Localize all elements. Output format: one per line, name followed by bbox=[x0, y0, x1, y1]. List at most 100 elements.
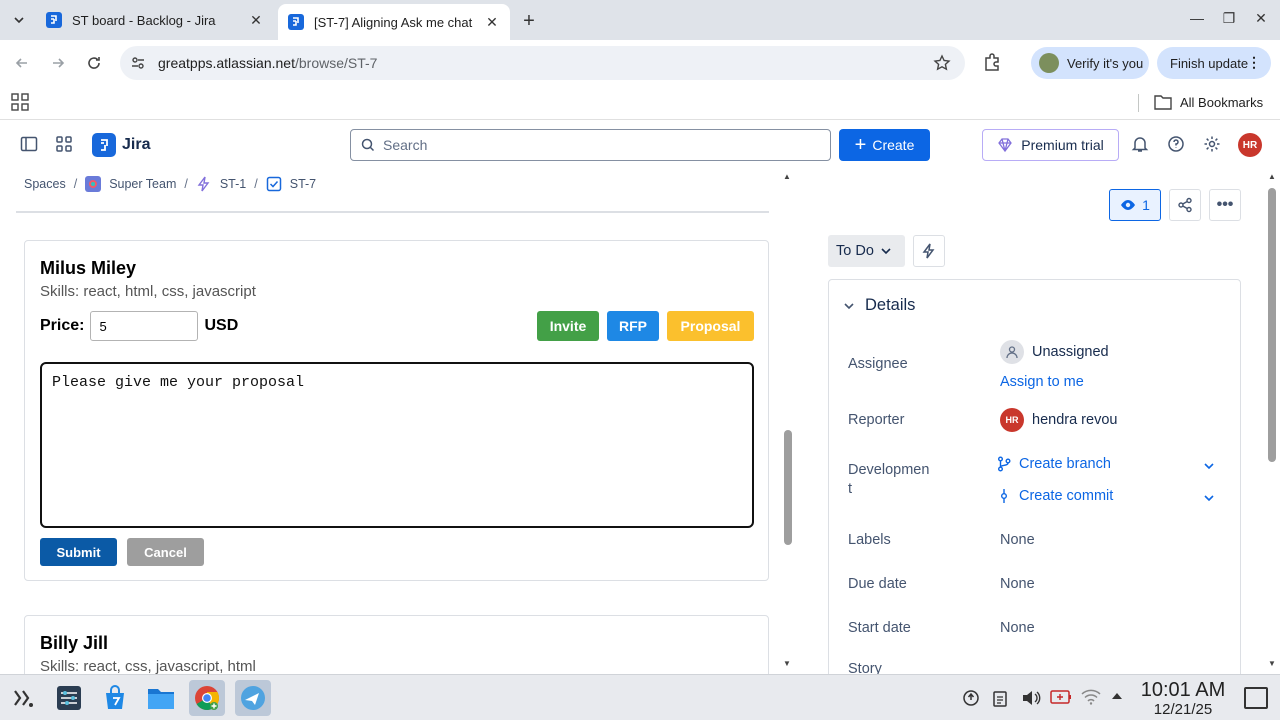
browser-tab-st7[interactable]: [ST-7] Aligning Ask me chat ✕ bbox=[278, 4, 510, 40]
freelancer-card: Milus Miley Skills: react, html, css, ja… bbox=[24, 240, 769, 581]
system-clock[interactable]: 10:01 AM 12/21/25 bbox=[1133, 679, 1233, 719]
update-notifier-icon[interactable] bbox=[962, 689, 980, 707]
labels-value[interactable]: None bbox=[1000, 532, 1035, 548]
cancel-button[interactable]: Cancel bbox=[127, 538, 204, 566]
status-dropdown[interactable]: To Do bbox=[828, 235, 905, 267]
url-text: greatpps.atlassian.net/browse/ST-7 bbox=[158, 55, 378, 71]
scroll-up-arrow-icon[interactable]: ▲ bbox=[1268, 172, 1276, 181]
clipboard-icon[interactable] bbox=[992, 689, 1008, 707]
minimize-icon[interactable]: — bbox=[1187, 10, 1207, 26]
help-icon[interactable] bbox=[1167, 135, 1185, 153]
settings-gear-icon[interactable] bbox=[1203, 135, 1221, 153]
breadcrumb-st1[interactable]: ST-1 bbox=[220, 177, 246, 191]
store-app-icon[interactable] bbox=[97, 680, 133, 716]
close-window-icon[interactable]: ✕ bbox=[1251, 10, 1271, 27]
create-commit-link[interactable]: Create commit bbox=[997, 488, 1113, 504]
chevron-down-icon[interactable] bbox=[1203, 492, 1215, 504]
sidebar-toggle-icon[interactable] bbox=[20, 135, 38, 153]
watch-button[interactable]: 1 bbox=[1109, 189, 1161, 221]
space-avatar-icon bbox=[85, 176, 102, 192]
more-vertical-icon[interactable]: ⋮ bbox=[1247, 54, 1261, 71]
finish-update-button[interactable]: Finish update ⋮ bbox=[1157, 47, 1271, 79]
user-placeholder-icon bbox=[1000, 340, 1024, 364]
new-tab-button[interactable]: + bbox=[516, 8, 542, 34]
file-manager-icon[interactable] bbox=[143, 680, 179, 716]
scrollbar-thumb[interactable] bbox=[784, 430, 792, 545]
message-textarea[interactable]: Please give me your proposal bbox=[40, 362, 754, 528]
clock-date: 12/21/25 bbox=[1153, 701, 1213, 718]
price-input[interactable] bbox=[90, 311, 199, 341]
more-actions-icon[interactable]: ••• bbox=[1209, 189, 1241, 221]
scroll-up-arrow-icon[interactable]: ▲ bbox=[783, 172, 791, 181]
tab-title: ST board - Backlog - Jira bbox=[72, 12, 216, 28]
settings-app-icon[interactable] bbox=[51, 680, 87, 716]
forward-arrow-icon[interactable] bbox=[45, 50, 71, 76]
close-tab-icon[interactable]: ✕ bbox=[484, 14, 500, 30]
notifications-bell-icon[interactable] bbox=[1131, 135, 1149, 153]
start-date-value[interactable]: None bbox=[1000, 620, 1035, 636]
automation-button[interactable] bbox=[913, 235, 945, 267]
app-switcher-icon[interactable] bbox=[55, 135, 73, 153]
task-checkbox-icon bbox=[266, 176, 281, 192]
reporter-avatar: HR bbox=[1000, 408, 1024, 432]
maximize-icon[interactable]: ❐ bbox=[1219, 10, 1239, 27]
chevron-down-icon[interactable] bbox=[1203, 460, 1215, 472]
premium-trial-button[interactable]: Premium trial bbox=[982, 129, 1119, 161]
apps-grid-icon[interactable] bbox=[11, 93, 29, 111]
all-bookmarks-button[interactable]: All Bookmarks bbox=[1154, 94, 1263, 110]
due-date-value[interactable]: None bbox=[1000, 576, 1035, 592]
volume-icon[interactable] bbox=[1021, 689, 1041, 707]
freelancer-skills: Skills: react, html, css, javascript bbox=[40, 283, 256, 300]
chrome-app-icon[interactable] bbox=[189, 680, 225, 716]
create-branch-link[interactable]: Create branch bbox=[997, 456, 1111, 472]
start-date-label: Start date bbox=[848, 620, 911, 636]
site-info-icon[interactable] bbox=[130, 55, 146, 71]
user-avatar[interactable]: HR bbox=[1238, 133, 1262, 157]
details-toggle[interactable]: Details bbox=[843, 296, 915, 315]
share-icon bbox=[1178, 197, 1192, 213]
scrollbar-thumb[interactable] bbox=[1268, 188, 1276, 462]
close-tab-icon[interactable]: ✕ bbox=[248, 12, 264, 28]
bookmark-star-icon[interactable] bbox=[933, 54, 951, 72]
share-button[interactable] bbox=[1169, 189, 1201, 221]
jira-logo[interactable]: Jira bbox=[92, 133, 150, 157]
verify-profile-button[interactable]: Verify it's you bbox=[1031, 47, 1149, 79]
rfp-button[interactable]: RFP bbox=[607, 311, 659, 341]
scroll-down-arrow-icon[interactable]: ▼ bbox=[783, 659, 791, 668]
search-input[interactable]: Search bbox=[350, 129, 831, 161]
submit-button[interactable]: Submit bbox=[40, 538, 117, 566]
invite-button[interactable]: Invite bbox=[537, 311, 599, 341]
show-desktop-button[interactable] bbox=[1244, 687, 1268, 709]
battery-icon[interactable] bbox=[1050, 689, 1072, 705]
browser-tab-backlog[interactable]: ST board - Backlog - Jira ✕ bbox=[36, 4, 274, 36]
remote-app-icon[interactable] bbox=[235, 680, 271, 716]
extensions-icon[interactable] bbox=[982, 52, 1002, 72]
assign-to-me-link[interactable]: Assign to me bbox=[1000, 374, 1084, 390]
chevron-down-icon bbox=[881, 248, 891, 255]
proposal-button[interactable]: Proposal bbox=[667, 311, 754, 341]
breadcrumb-super-team[interactable]: Super Team bbox=[109, 177, 176, 191]
back-arrow-icon[interactable] bbox=[9, 50, 35, 76]
address-bar[interactable]: greatpps.atlassian.net/browse/ST-7 bbox=[120, 46, 965, 80]
eye-icon bbox=[1121, 200, 1136, 210]
freelancer-skills: Skills: react, css, javascript, html bbox=[40, 658, 256, 675]
tray-expand-arrow-icon[interactable] bbox=[1110, 689, 1124, 703]
breadcrumb: Spaces / Super Team / ST-1 / ST-7 bbox=[24, 176, 316, 192]
tab-search-button[interactable] bbox=[6, 7, 32, 33]
breadcrumb-st7[interactable]: ST-7 bbox=[290, 177, 316, 191]
reload-icon[interactable] bbox=[81, 50, 107, 76]
assignee-value[interactable]: Unassigned bbox=[1000, 340, 1109, 364]
wifi-icon[interactable] bbox=[1081, 689, 1101, 705]
create-button[interactable]: + Create bbox=[839, 129, 930, 161]
launcher-icon[interactable] bbox=[5, 680, 41, 716]
plus-icon: + bbox=[854, 134, 867, 156]
folder-icon bbox=[1154, 95, 1172, 110]
jira-top-nav: Jira Search + Create Premium trial HR bbox=[0, 121, 1280, 169]
reporter-value[interactable]: HR hendra revou bbox=[1000, 408, 1117, 432]
search-icon bbox=[361, 138, 375, 152]
chevron-down-icon bbox=[14, 17, 24, 24]
breadcrumb-separator: / bbox=[184, 177, 188, 191]
lightning-bolt-icon bbox=[922, 243, 935, 259]
scroll-down-arrow-icon[interactable]: ▼ bbox=[1268, 659, 1276, 668]
breadcrumb-spaces[interactable]: Spaces bbox=[24, 177, 66, 191]
